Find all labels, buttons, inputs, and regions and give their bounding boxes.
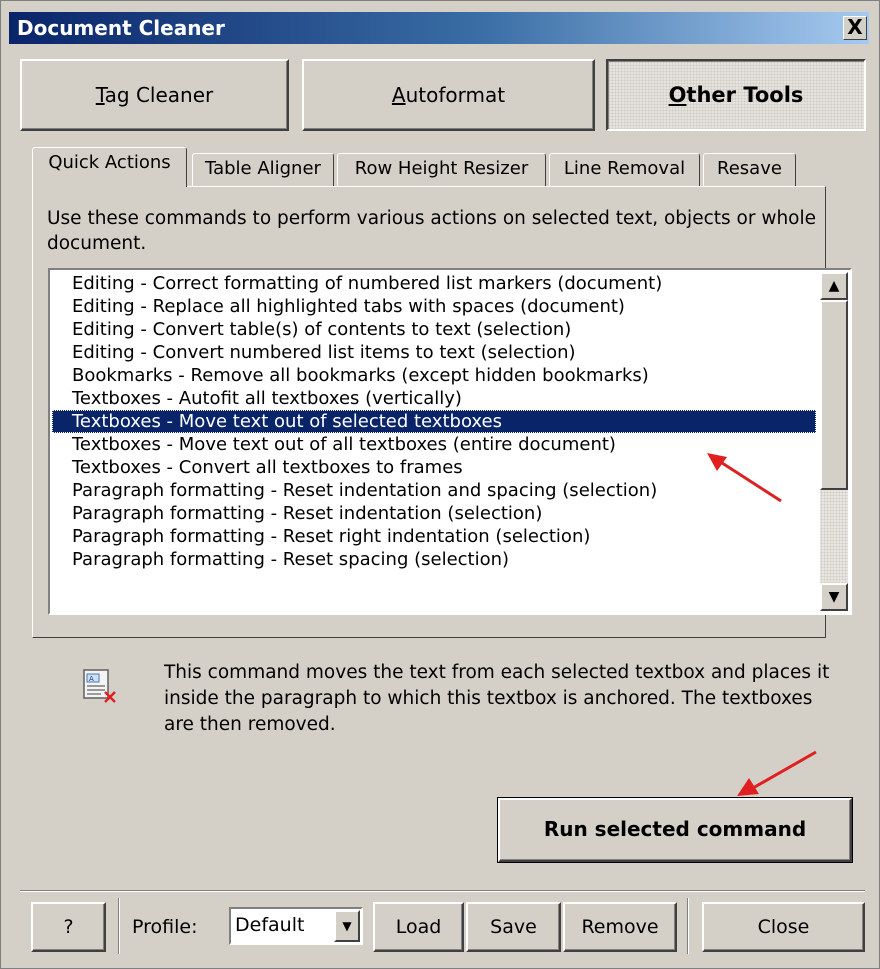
tab-row-height-resizer[interactable]: Row Height Resizer <box>337 153 546 187</box>
scroll-down-button[interactable]: ▼ <box>820 583 848 611</box>
tab-resave[interactable]: Resave <box>703 153 796 187</box>
command-list-item[interactable]: Textboxes - Convert all textboxes to fra… <box>52 456 816 479</box>
tab-table-aligner[interactable]: Table Aligner <box>192 153 334 187</box>
load-button[interactable]: Load <box>373 902 464 952</box>
profile-dropdown-button[interactable]: ▼ <box>334 910 360 942</box>
tab-autoformat[interactable]: Autoformat <box>302 59 595 131</box>
panel-description: Use these commands to perform various ac… <box>47 208 817 254</box>
run-selected-command-button[interactable]: Run selected command <box>497 797 853 863</box>
command-list-item[interactable]: Textboxes - Move text out of all textbox… <box>52 433 816 456</box>
command-list-item[interactable]: Paragraph formatting - Reset indentation… <box>52 479 816 502</box>
chevron-down-icon: ▼ <box>342 919 352 933</box>
tab-quick-actions[interactable]: Quick Actions <box>32 147 187 187</box>
tab-tag-cleaner-label: ag Cleaner <box>104 83 214 107</box>
profile-value: Default <box>235 914 305 936</box>
command-list-item[interactable]: Editing - Correct formatting of numbered… <box>52 272 816 295</box>
list-scrollbar[interactable]: ▲ ▼ <box>820 272 848 611</box>
command-list-item[interactable]: Paragraph formatting - Reset indentation… <box>52 502 816 525</box>
command-list-item[interactable]: Editing - Convert numbered list items to… <box>52 341 816 364</box>
window-title: Document Cleaner <box>17 16 225 40</box>
svg-text:A: A <box>89 675 94 683</box>
tab-tag-cleaner-mnemonic: T <box>95 83 105 107</box>
command-list: Editing - Correct formatting of numbered… <box>52 272 816 571</box>
tab-other-tools[interactable]: Other Tools <box>606 59 866 131</box>
document-cleaner-window: Document Cleaner X Tag Cleaner Autoforma… <box>0 0 880 969</box>
tab-autoformat-mnemonic: A <box>391 83 406 107</box>
command-list-item[interactable]: Editing - Convert table(s) of contents t… <box>52 318 816 341</box>
command-description: This command moves the text from each se… <box>164 662 830 735</box>
footer-separator <box>118 898 120 954</box>
tab-tag-cleaner[interactable]: Tag Cleaner <box>20 59 289 131</box>
remove-button[interactable]: Remove <box>563 902 677 952</box>
textbox-remove-icon: A <box>83 669 116 703</box>
tab-line-removal[interactable]: Line Removal <box>549 153 700 187</box>
scroll-thumb[interactable] <box>820 300 848 490</box>
annotation-arrow-run <box>737 750 817 796</box>
close-button[interactable]: Close <box>702 902 865 952</box>
footer-separator <box>687 898 689 954</box>
command-list-item[interactable]: Editing - Replace all highlighted tabs w… <box>52 295 816 318</box>
save-button[interactable]: Save <box>466 902 561 952</box>
arrow-down-icon: ▼ <box>828 589 840 605</box>
profile-label: Profile: <box>132 916 198 938</box>
command-list-item[interactable]: Paragraph formatting - Reset right inden… <box>52 525 816 548</box>
arrow-up-icon: ▲ <box>828 278 840 294</box>
tab-other-tools-mnemonic: O <box>668 83 687 107</box>
command-list-item[interactable]: Textboxes - Move text out of selected te… <box>52 410 816 433</box>
title-bar: Document Cleaner X <box>9 12 869 44</box>
command-list-item[interactable]: Paragraph formatting - Reset spacing (se… <box>52 548 816 571</box>
tab-other-tools-label: ther Tools <box>686 83 804 107</box>
command-list-item[interactable]: Textboxes - Autofit all textboxes (verti… <box>52 387 816 410</box>
profile-select[interactable]: Default ▼ <box>229 907 363 945</box>
tab-autoformat-label: utoformat <box>405 83 506 107</box>
close-window-button[interactable]: X <box>843 16 867 40</box>
scroll-up-button[interactable]: ▲ <box>820 272 848 300</box>
command-list-item[interactable]: Bookmarks - Remove all bookmarks (except… <box>52 364 816 387</box>
help-button[interactable]: ? <box>31 902 106 952</box>
command-listbox[interactable]: Editing - Correct formatting of numbered… <box>48 268 852 615</box>
